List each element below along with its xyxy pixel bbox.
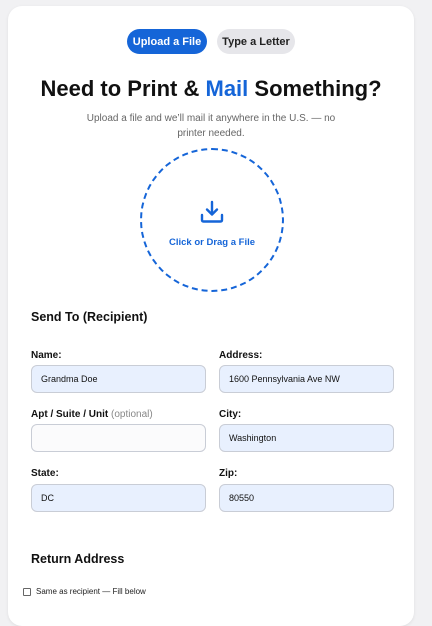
city-label: City:: [219, 409, 242, 420]
state-field[interactable]: [31, 484, 206, 512]
print-mail-card: Upload a File Type a Letter Need to Prin…: [8, 6, 414, 626]
name-field[interactable]: [31, 365, 206, 393]
download-icon: [199, 192, 225, 229]
recipient-section-title: Send To (Recipient): [31, 310, 148, 324]
same-as-recipient-checkbox[interactable]: [23, 587, 31, 596]
optional-hint: (optional): [111, 409, 153, 420]
same-as-recipient-label: Same as recipient — Fill below: [36, 587, 146, 596]
apt-field[interactable]: [31, 424, 206, 452]
dropzone-label: Click or Drag a File: [168, 237, 256, 248]
page-subtitle: Upload a file and we’ll mail it anywhere…: [86, 113, 336, 139]
address-field[interactable]: [219, 365, 394, 393]
type-letter-tab[interactable]: Type a Letter: [217, 29, 295, 54]
return-address-title: Return Address: [31, 552, 125, 566]
page-title-end: Something?: [248, 76, 382, 101]
page-title-start: Need to Print &: [40, 76, 206, 101]
zip-label: Zip:: [219, 468, 238, 479]
page-title: Need to Print & Mail Something?: [8, 76, 414, 102]
apt-label: Apt / Suite / Unit (optional): [31, 409, 153, 420]
same-as-recipient-row[interactable]: Same as recipient — Fill below: [23, 587, 146, 596]
address-label: Address:: [219, 350, 263, 361]
state-label: State:: [31, 468, 59, 479]
file-dropzone[interactable]: Click or Drag a File: [140, 148, 284, 292]
name-label: Name:: [31, 350, 62, 361]
apt-label-text: Apt / Suite / Unit: [31, 409, 109, 420]
page-title-accent: Mail: [205, 76, 249, 101]
upload-file-tab[interactable]: Upload a File: [127, 29, 207, 54]
mode-tabs: Upload a File Type a Letter: [8, 29, 414, 54]
city-field[interactable]: [219, 424, 394, 452]
zip-field[interactable]: [219, 484, 394, 512]
